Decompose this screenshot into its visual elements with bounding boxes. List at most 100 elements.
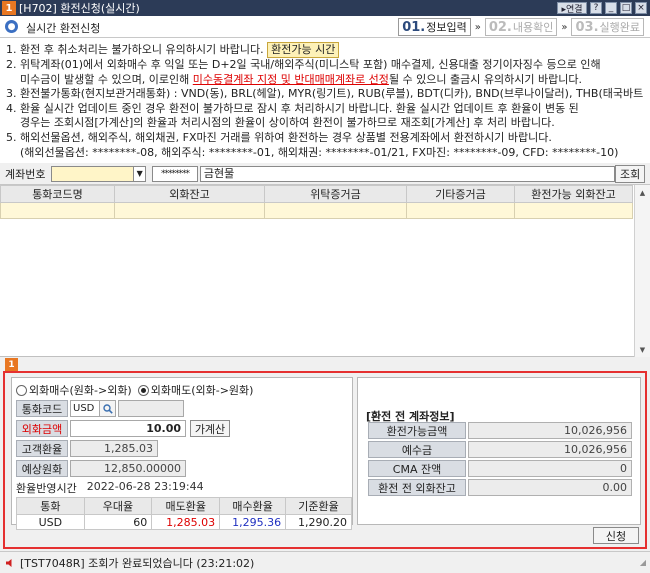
balance-grid: 통화코드명 외화잔고 위탁증거금 기타증거금 환전가능 외화잔고 ▲ ▼ xyxy=(0,185,650,357)
rate-sell: 1,285.03 xyxy=(151,514,221,530)
expected-krw-label: 예상원화 xyxy=(16,460,68,477)
col-other-margin[interactable]: 기타증거금 xyxy=(406,185,515,203)
radio-sell[interactable] xyxy=(137,384,149,396)
currency-name-field xyxy=(118,400,184,417)
exchange-direction: 외화매수(원화->외화) 외화매도(외화->원화) xyxy=(16,382,259,398)
notice-1-text: 1. 환전 후 취소처리는 불가하오니 유의하시기 바랍니다. xyxy=(6,43,264,56)
step-arrow-icon: » xyxy=(474,21,481,33)
password-input[interactable]: ******** xyxy=(152,165,198,182)
apply-button[interactable]: 신청 xyxy=(593,527,639,544)
step-1: 01. 정보입력 xyxy=(398,18,471,36)
step-3-num: 03. xyxy=(575,19,599,35)
rate-time-value: 2022-06-28 23:19:44 xyxy=(86,480,204,493)
account-dropdown-button[interactable]: ▼ xyxy=(134,165,147,182)
rate-base: 1,290.20 xyxy=(285,514,352,530)
rate-time-row: 환율반영시간 2022-06-28 23:19:44 xyxy=(16,480,204,496)
cell xyxy=(264,202,407,219)
maximize-button[interactable]: □ xyxy=(620,2,632,14)
minimize-button[interactable]: _ xyxy=(605,2,617,14)
col-currency-name[interactable]: 통화코드명 xyxy=(0,185,115,203)
scroll-down-icon[interactable]: ▼ xyxy=(635,342,650,357)
col-preferential-rate: 우대율 xyxy=(83,497,153,515)
account-holder-name: 금현물 xyxy=(199,165,616,182)
notice-2-cont: 미수금이 발생할 수 있으며, 이로인해 미수동결계좌 지정 및 반대매매계좌로… xyxy=(6,73,644,88)
notice-2-text: 미수금이 발생할 수 있으며, 이로인해 xyxy=(20,72,193,86)
resize-grip-icon[interactable]: ◢ xyxy=(640,558,646,567)
col-base-rate: 기준환율 xyxy=(285,497,352,515)
query-button[interactable]: 조회 xyxy=(615,164,645,183)
search-icon[interactable] xyxy=(100,400,116,417)
expected-krw-row: 예상원화 12,850.00000 xyxy=(16,460,186,477)
col-currency: 통화 xyxy=(16,497,85,515)
info-row-exchangeable: 환전가능금액 10,026,956 xyxy=(368,422,632,439)
status-message: [TST7048R] 조회가 완료되었습니다 (23:21:02) xyxy=(20,556,255,570)
scroll-up-icon[interactable]: ▲ xyxy=(635,185,650,200)
cell xyxy=(0,202,115,219)
foreign-amount-label: 외화금액 xyxy=(16,420,68,437)
step-1-label: 정보입력 xyxy=(426,21,467,34)
table-row[interactable] xyxy=(0,202,633,219)
radio-buy[interactable] xyxy=(16,384,27,396)
col-exchangeable-balance[interactable]: 환전가능 외화잔고 xyxy=(514,185,633,203)
info-row-foreign-balance: 환전 전 외화잔고 0.00 xyxy=(368,479,632,496)
table-row: USD 60 1,285.03 1,295.36 1,290.20 xyxy=(16,514,352,530)
info-value: 10,026,956 xyxy=(468,422,632,439)
col-sell-rate: 매도환율 xyxy=(151,497,221,515)
currency-code-label: 통화코드 xyxy=(16,400,68,417)
cell xyxy=(406,202,515,219)
step-2-label: 내용확인 xyxy=(512,21,554,34)
currency-code-row: 통화코드 USD xyxy=(16,400,184,417)
status-bar: [TST7048R] 조회가 완료되었습니다 (23:21:02) ◢ xyxy=(0,551,650,573)
calc-button[interactable]: 가계산 xyxy=(190,420,230,437)
notice-2: 2. 위탁계좌(01)에서 외화매수 후 익일 또는 D+2일 국내/해외주식(… xyxy=(6,58,601,71)
info-row-deposit: 예수금 10,026,956 xyxy=(368,441,632,458)
customer-rate-label: 고객환율 xyxy=(16,440,68,457)
info-value: 0 xyxy=(468,460,632,477)
info-label: CMA 잔액 xyxy=(368,460,466,477)
account-info-panel: [환전 전 계좌정보] 환전가능금액 10,026,956 예수금 10,026… xyxy=(357,377,641,525)
step-arrow-icon: » xyxy=(561,21,568,33)
info-label: 환전가능금액 xyxy=(368,422,466,439)
panel-bar: 1 xyxy=(0,357,650,371)
window-title: [H702] 환전신청(실시간) xyxy=(19,2,140,15)
foreign-amount-input[interactable]: 10.00 xyxy=(70,420,186,437)
window-number-badge: 1 xyxy=(2,1,16,15)
rate-preferential: 60 xyxy=(83,514,153,530)
radio-sell-label[interactable]: 외화매도(외화->원화) xyxy=(151,382,254,398)
step-indicator: 01. 정보입력 » 02. 내용확인 » 03. 실행완료 xyxy=(398,18,644,36)
customer-rate-row: 고객환율 1,285.03 xyxy=(16,440,158,457)
step-2-num: 02. xyxy=(488,19,512,35)
notice-1: 1. 환전 후 취소처리는 불가하오니 유의하시기 바랍니다. 환전가능 시간 xyxy=(6,42,644,58)
col-trust-margin[interactable]: 위탁증거금 xyxy=(264,185,407,203)
info-value: 10,026,956 xyxy=(468,441,632,458)
info-row-cma: CMA 잔액 0 xyxy=(368,460,632,477)
radio-buy-label[interactable]: 외화매수(원화->외화) xyxy=(29,382,132,398)
rate-currency: USD xyxy=(16,514,85,530)
info-value: 0.00 xyxy=(468,479,632,496)
notice-4: 4. 환율 실시간 업데이트 중인 경우 환전이 불가하므로 잠시 후 처리하시… xyxy=(6,101,579,115)
balance-table: 통화코드명 외화잔고 위탁증거금 기타증거금 환전가능 외화잔고 xyxy=(0,185,633,219)
notice-2-warning: 미수동결계좌 지정 및 반대매매계좌로 선정 xyxy=(192,72,389,86)
expected-krw-value: 12,850.00000 xyxy=(70,460,186,477)
rate-time-label: 환율반영시간 xyxy=(16,482,77,495)
exchange-hours-button[interactable]: 환전가능 시간 xyxy=(267,42,340,58)
link-button[interactable]: ▸연결 xyxy=(557,2,587,15)
notice-5-cont: (해외선물옵션: ********-08, 해외주식: ********-01,… xyxy=(20,145,619,159)
exchange-panel: 외화매수(원화->외화) 외화매도(외화->원화) 통화코드 USD 외화금액 … xyxy=(3,371,647,549)
grid-scrollbar[interactable]: ▲ ▼ xyxy=(634,185,650,357)
close-button[interactable]: × xyxy=(635,2,647,14)
info-label: 예수금 xyxy=(368,441,466,458)
account-label: 계좌번호 xyxy=(5,167,46,181)
cell xyxy=(514,202,633,219)
col-foreign-balance[interactable]: 외화잔고 xyxy=(114,185,265,203)
notice-5: 5. 해외선물옵션, 해외주식, 해외채권, FX마진 거래를 위하여 환전하는… xyxy=(6,130,552,144)
customer-rate-value: 1,285.03 xyxy=(70,440,158,457)
currency-code-input[interactable]: USD xyxy=(70,400,100,417)
panel-badge: 1 xyxy=(5,358,18,371)
notice-list: 1. 환전 후 취소처리는 불가하오니 유의하시기 바랍니다. 환전가능 시간 … xyxy=(0,38,650,163)
account-number-input[interactable] xyxy=(50,165,135,182)
help-button[interactable]: ? xyxy=(590,2,602,14)
rate-buy: 1,295.36 xyxy=(219,514,287,530)
notice-2-tail: 될 수 있으니 출금시 유의하시기 바랍니다. xyxy=(388,72,582,86)
page-header: ● 실시간 환전신청 01. 정보입력 » 02. 내용확인 » 03. 실행완료 xyxy=(0,16,650,38)
